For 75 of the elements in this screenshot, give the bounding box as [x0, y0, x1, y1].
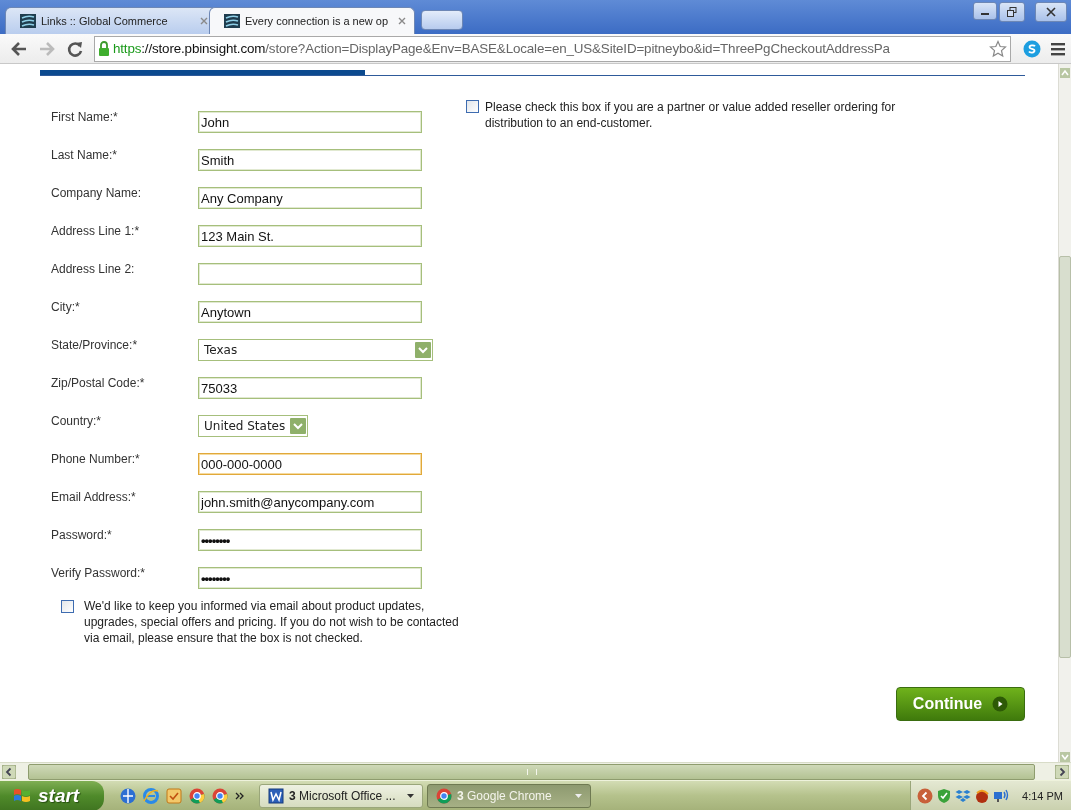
- vertical-scrollbar[interactable]: [1058, 64, 1071, 762]
- text-field[interactable]: [198, 263, 422, 285]
- caret-down-icon: [407, 793, 414, 798]
- text-field[interactable]: 000-000-0000: [198, 453, 422, 475]
- horizontal-scrollbar-thumb[interactable]: [28, 763, 1035, 780]
- star-icon[interactable]: [989, 39, 1007, 58]
- stripes-logo-icon: [224, 14, 240, 28]
- text-field[interactable]: Any Company: [198, 187, 422, 209]
- text-field[interactable]: john.smith@anycompany.com: [198, 491, 422, 513]
- restore-icon: [1007, 7, 1017, 17]
- text-field[interactable]: Anytown: [198, 301, 422, 323]
- field-label: Verify Password:*: [51, 565, 147, 581]
- partner-text: Please check this box if you are a partner or value added reseller ordering for distribution to an end-customer.: [485, 99, 897, 131]
- chevron-down-icon: [415, 342, 431, 358]
- scroll-up-icon: [1060, 68, 1070, 78]
- close-icon[interactable]: [200, 17, 208, 25]
- field-label: Country:*: [51, 413, 103, 429]
- scroll-down-icon: [1060, 752, 1070, 762]
- dropdown[interactable]: United States: [198, 415, 309, 437]
- stripes-logo-icon: [20, 14, 36, 28]
- calendar-icon[interactable]: [166, 787, 182, 804]
- field-label: Zip/Postal Code:*: [51, 375, 146, 391]
- chrome-icon: [436, 787, 452, 804]
- minimize-button[interactable]: [973, 2, 997, 20]
- field-label: State/Province:*: [51, 337, 139, 353]
- chrome-icon[interactable]: [189, 787, 205, 804]
- clock: 4:14 PM: [1022, 789, 1063, 802]
- field-label: First Name:*: [51, 109, 119, 125]
- skype-icon[interactable]: [1023, 39, 1041, 58]
- boxes-icon[interactable]: [955, 787, 972, 804]
- field-label: Last Name:*: [51, 147, 119, 163]
- close-icon: [1046, 7, 1056, 17]
- field-label: Phone Number:*: [51, 451, 141, 467]
- field-label: Email Address:*: [51, 489, 137, 505]
- close-button[interactable]: [1035, 2, 1067, 22]
- scroll-left-icon[interactable]: [2, 764, 16, 779]
- menu-icon[interactable]: [1051, 41, 1065, 56]
- checkbox[interactable]: [466, 100, 479, 113]
- reload-icon[interactable]: [66, 39, 84, 58]
- restore-button[interactable]: [999, 2, 1025, 22]
- field-label: Company Name:: [51, 185, 143, 201]
- back-icon[interactable]: [10, 40, 28, 57]
- checkbox[interactable]: [61, 600, 74, 613]
- password-field[interactable]: ••••••••: [198, 567, 422, 589]
- taskbar-button[interactable]: 3 Microsoft Office ...: [259, 783, 423, 808]
- document-w-icon: [268, 787, 284, 804]
- browser-tab[interactable]: Every connection is a new op: [209, 7, 415, 34]
- chevron-down-icon: [290, 418, 307, 434]
- consent-text: We'd like to keep you informed via email about product updates, upgrades, special offers and pricing. If you do not wish to be contacted via email, please ensure that the box is not checked.: [84, 598, 460, 646]
- password-field[interactable]: ••••••••: [198, 529, 422, 551]
- text-field[interactable]: Smith: [198, 149, 422, 171]
- field-label: City:*: [51, 299, 81, 315]
- chevron-right-icon[interactable]: [235, 790, 245, 801]
- text-field[interactable]: 75033: [198, 377, 422, 399]
- chevron-left-icon[interactable]: [917, 787, 934, 804]
- play-circle-icon: [992, 696, 1009, 712]
- field-label: Address Line 1:*: [51, 223, 141, 239]
- address-field[interactable]: https://store.pbinsight.com/store?Action=DisplayPage&Env=BASE&Locale=en_US&SiteID=pitneybo&id=ThreePgCheckoutAddressPa: [94, 35, 1011, 62]
- new-tab-button[interactable]: [421, 10, 463, 30]
- browser-e-icon[interactable]: [143, 787, 159, 804]
- start-button[interactable]: start: [0, 780, 104, 810]
- minimize-icon: [981, 13, 989, 15]
- scroll-right-icon[interactable]: [1055, 764, 1069, 779]
- field-label: Address Line 2:: [51, 261, 136, 277]
- close-icon[interactable]: [398, 17, 406, 25]
- chrome-icon[interactable]: [212, 787, 228, 804]
- globe-icon[interactable]: [120, 787, 136, 804]
- shield-check-icon[interactable]: [936, 787, 953, 804]
- text-field[interactable]: John: [198, 111, 422, 133]
- lock-icon: [98, 41, 110, 56]
- field-label: Password:*: [51, 527, 113, 543]
- dropdown[interactable]: Texas: [198, 339, 433, 361]
- text-field[interactable]: 123 Main St.: [198, 225, 422, 247]
- caret-down-icon: [575, 793, 582, 798]
- continue-button[interactable]: Continue: [896, 687, 1025, 721]
